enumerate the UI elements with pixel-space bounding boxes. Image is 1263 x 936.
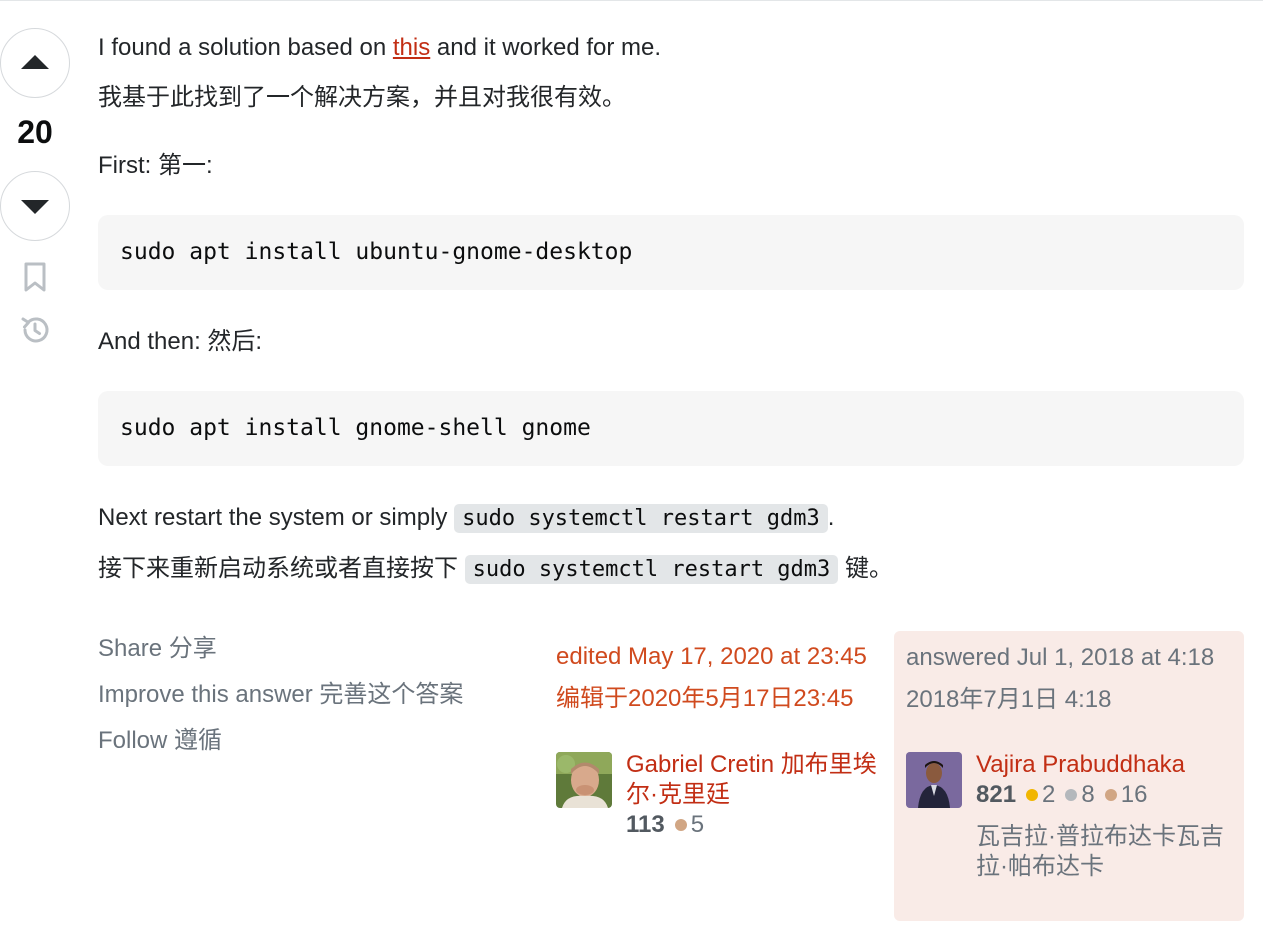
editor-reputation-row: 113 5 <box>626 810 896 840</box>
answerer-bronze-count: 16 <box>1120 781 1148 808</box>
answerer-card: answered Jul 1, 2018 at 4:18 2018年7月1日 4… <box>894 631 1244 921</box>
follow-link[interactable]: Follow 遵循 <box>98 718 463 764</box>
answerer-name[interactable]: Vajira Prabuddhaka <box>976 750 1236 780</box>
answered-info: answered Jul 1, 2018 at 4:18 2018年7月1日 4… <box>906 637 1214 721</box>
code-block-1[interactable]: sudo apt install ubuntu-gnome-desktop <box>98 215 1244 290</box>
gold-badge-icon <box>1026 788 1039 801</box>
first-label: First: 第一: <box>98 152 213 179</box>
downvote-button[interactable] <box>0 171 70 241</box>
answerer-reputation-row: 821 2 8 16 <box>976 780 1236 810</box>
history-icon[interactable] <box>19 314 51 346</box>
edited-info: edited May 17, 2020 at 23:45 编辑于2020年5月1… <box>556 636 886 720</box>
bookmark-icon[interactable] <box>23 262 47 292</box>
upvote-button[interactable] <box>0 28 70 98</box>
code-block-2[interactable]: sudo apt install gnome-shell gnome <box>98 391 1244 466</box>
answerer-gold-count: 2 <box>1042 781 1056 808</box>
editor-avatar[interactable] <box>556 752 612 808</box>
upvote-arrow-icon <box>21 55 49 69</box>
edited-timestamp[interactable]: edited May 17, 2020 at 23:45 <box>556 636 886 678</box>
post-menu: Share 分享 Improve this answer 完善这个答案 Foll… <box>98 626 463 764</box>
editor-reputation: 113 <box>626 811 665 838</box>
source-link[interactable]: this <box>393 34 430 61</box>
inline-code-cn: sudo systemctl restart gdm3 <box>464 555 839 584</box>
editor-bronze-count: 5 <box>690 811 705 838</box>
downvote-arrow-icon <box>21 200 49 214</box>
top-divider <box>0 0 1263 1</box>
intro-paragraph-cn: 我基于此找到了一个解决方案，并且对我很有效。 <box>98 84 626 111</box>
answered-timestamp[interactable]: answered Jul 1, 2018 at 4:18 <box>906 637 1214 679</box>
edited-timestamp-cn: 编辑于2020年5月17日23:45 <box>556 685 854 712</box>
bronze-badge-icon <box>674 818 687 831</box>
restart-paragraph: Next restart the system or simply sudo s… <box>98 498 834 539</box>
answered-timestamp-cn: 2018年7月1日 4:18 <box>906 686 1112 713</box>
restart-text: Next restart the system or simply <box>98 504 455 531</box>
answerer-reputation: 821 <box>976 781 1017 808</box>
restart-text-end: . <box>827 504 835 531</box>
answerer-details: Vajira Prabuddhaka 821 2 8 16 <box>976 750 1236 810</box>
restart-paragraph-cn: 接下来重新启动系统或者直接按下 sudo systemctl restart g… <box>98 549 893 590</box>
editor-name[interactable]: Gabriel Cretin 加布里埃尔·克里廷 <box>626 750 896 810</box>
answerer-name-cn: 瓦吉拉·普拉布达卡瓦吉拉·帕布达卡 <box>976 823 1224 880</box>
intro-text: I found a solution based on <box>98 34 393 61</box>
restart-text-cn: 接下来重新启动系统或者直接按下 <box>98 555 465 582</box>
intro-text-end: and it worked for me. <box>430 34 662 61</box>
editor-details: Gabriel Cretin 加布里埃尔·克里廷 113 5 <box>626 750 896 840</box>
vote-count: 20 <box>17 114 53 150</box>
silver-badge-icon <box>1065 788 1078 801</box>
answerer-avatar[interactable] <box>906 752 962 808</box>
restart-text-cn-end: 键。 <box>838 555 893 582</box>
answerer-silver-count: 8 <box>1081 781 1095 808</box>
inline-code: sudo systemctl restart gdm3 <box>454 504 828 533</box>
then-label: And then: 然后: <box>98 328 263 355</box>
bronze-badge-icon <box>1104 788 1117 801</box>
share-link[interactable]: Share 分享 <box>98 626 463 672</box>
intro-paragraph: I found a solution based on this and it … <box>98 28 661 68</box>
improve-answer-link[interactable]: Improve this answer 完善这个答案 <box>98 672 463 718</box>
